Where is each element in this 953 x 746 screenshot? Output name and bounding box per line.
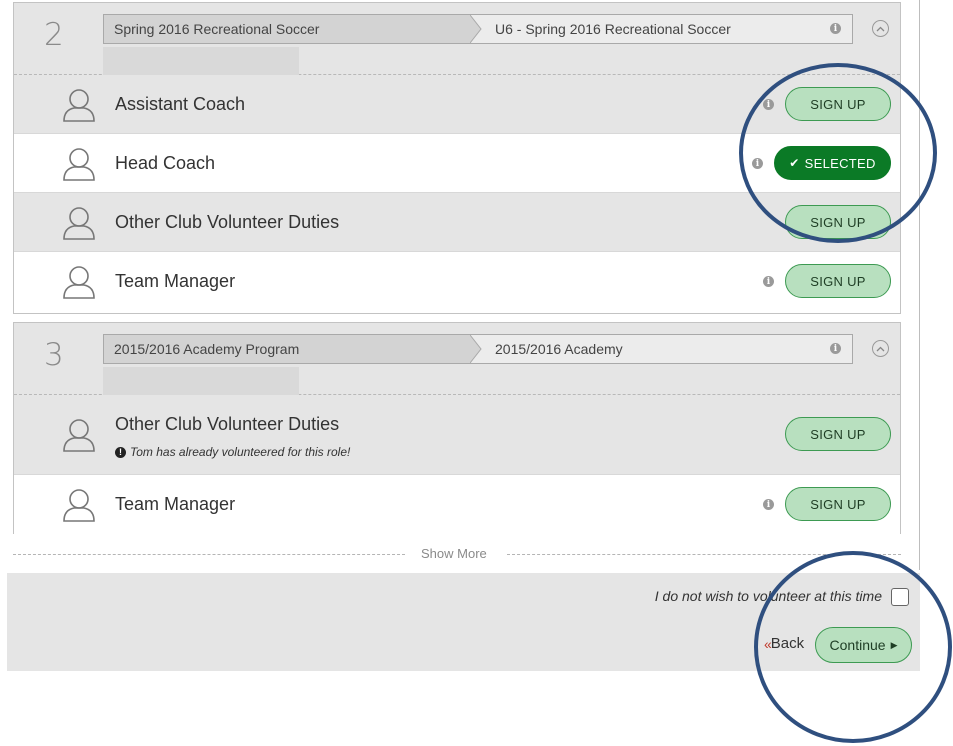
- info-icon[interactable]: i: [763, 99, 774, 110]
- sign-up-button[interactable]: SIGN UP: [785, 205, 891, 239]
- section-number: 2: [44, 17, 64, 53]
- role-name: Other Club Volunteer Duties: [115, 414, 340, 434]
- selected-button[interactable]: ✔ SELECTED: [774, 146, 891, 180]
- volunteer-note: ! Tom has already volunteered for this r…: [115, 445, 350, 459]
- section-header: 2 Spring 2016 Recreational Soccer U6 - S…: [14, 3, 900, 83]
- role-row: Assistant Coach i SIGN UP: [14, 75, 900, 134]
- decline-checkbox[interactable]: [891, 588, 909, 606]
- sign-up-button[interactable]: SIGN UP: [785, 417, 891, 451]
- footer-bar: I do not wish to volunteer at this time …: [7, 573, 920, 671]
- back-label: Back: [770, 635, 805, 652]
- info-icon[interactable]: i: [830, 343, 841, 354]
- user-icon: [63, 207, 95, 240]
- role-row: Team Manager i SIGN UP: [14, 475, 900, 534]
- continue-button[interactable]: Continue ▶: [815, 627, 912, 663]
- info-icon[interactable]: i: [763, 499, 774, 510]
- show-more-divider: Show More: [13, 546, 901, 562]
- user-icon: [63, 148, 95, 181]
- checkmark-icon: ✔: [789, 156, 800, 170]
- role-name: Assistant Coach: [115, 94, 246, 114]
- info-icon[interactable]: i: [752, 158, 763, 169]
- user-icon: [63, 489, 95, 522]
- breadcrumb-separator: [470, 335, 482, 363]
- breadcrumb-division: U6 - Spring 2016 Recreational Soccer: [495, 21, 731, 37]
- collapse-icon[interactable]: [872, 340, 889, 357]
- show-more-link[interactable]: Show More: [421, 546, 487, 561]
- breadcrumb-program: Spring 2016 Recreational Soccer: [114, 21, 320, 37]
- program-section-3: 3 2015/2016 Academy Program 2015/2016 Ac…: [13, 322, 901, 534]
- double-chevron-left-icon: «: [764, 635, 772, 652]
- breadcrumb-program: 2015/2016 Academy Program: [114, 341, 300, 357]
- user-icon: [63, 419, 95, 452]
- user-icon: [63, 89, 95, 122]
- collapse-icon[interactable]: [872, 20, 889, 37]
- role-name: Head Coach: [115, 153, 216, 173]
- divider-line: [507, 554, 901, 555]
- role-name: Team Manager: [115, 271, 236, 291]
- divider-line: [13, 554, 405, 555]
- program-breadcrumb: 2015/2016 Academy Program 2015/2016 Acad…: [103, 334, 853, 364]
- role-row: Team Manager i SIGN UP: [14, 252, 900, 311]
- alert-icon: !: [115, 446, 126, 458]
- role-row: Other Club Volunteer Duties ! Tom has al…: [14, 395, 900, 475]
- breadcrumb-separator: [470, 15, 482, 43]
- selected-label: SELECTED: [804, 155, 876, 171]
- role-row: Other Club Volunteer Duties SIGN UP: [14, 193, 900, 252]
- decline-label: I do not wish to volunteer at this time: [654, 588, 882, 604]
- section-header: 3 2015/2016 Academy Program 2015/2016 Ac…: [14, 323, 900, 403]
- info-icon[interactable]: i: [763, 276, 774, 287]
- note-text: Tom has already volunteered for this rol…: [130, 445, 351, 459]
- program-section-2: 2 Spring 2016 Recreational Soccer U6 - S…: [13, 2, 901, 314]
- breadcrumb-division: 2015/2016 Academy: [495, 341, 623, 357]
- user-icon: [63, 266, 95, 299]
- back-button[interactable]: « Back: [764, 635, 804, 652]
- caret-right-icon: ▶: [890, 639, 898, 650]
- info-icon[interactable]: i: [830, 23, 841, 34]
- role-name: Team Manager: [115, 494, 236, 514]
- sign-up-button[interactable]: SIGN UP: [785, 87, 891, 121]
- section-number: 3: [44, 337, 64, 373]
- panel-border: [919, 0, 920, 570]
- sign-up-button[interactable]: SIGN UP: [785, 264, 891, 298]
- role-row: Head Coach i ✔ SELECTED: [14, 134, 900, 193]
- role-name: Other Club Volunteer Duties: [115, 212, 340, 232]
- continue-label: Continue: [829, 637, 886, 653]
- sign-up-button[interactable]: SIGN UP: [785, 487, 891, 521]
- program-breadcrumb: Spring 2016 Recreational Soccer U6 - Spr…: [103, 14, 853, 44]
